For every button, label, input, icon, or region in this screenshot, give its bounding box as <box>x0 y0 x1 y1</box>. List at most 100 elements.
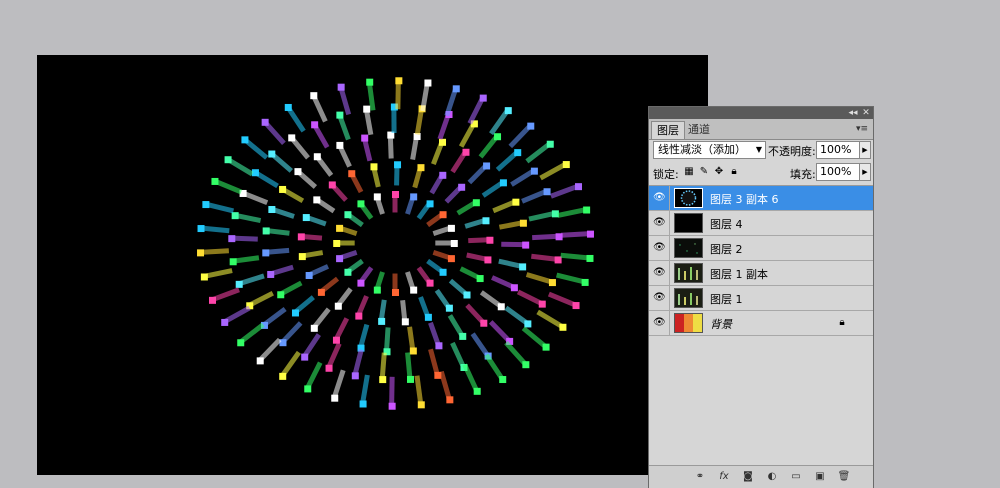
firework-spark <box>331 394 339 402</box>
layer-thumbnail <box>674 213 703 233</box>
firework-streak <box>204 201 235 214</box>
firework-streak <box>525 272 553 285</box>
close-icon[interactable]: ✕ <box>860 107 872 119</box>
opacity-arrow-icon[interactable]: ▶ <box>859 141 871 159</box>
layer-row[interactable]: 👁︎ 背景 🔒︎ <box>649 311 873 336</box>
firework-spark <box>359 400 367 408</box>
layer-name: 图层 2 <box>710 243 743 256</box>
new-layer-icon[interactable]: ▣ <box>813 470 827 484</box>
eye-icon[interactable]: 👁︎ <box>653 267 666 279</box>
firework-spark <box>302 214 310 222</box>
eye-icon[interactable]: 👁︎ <box>653 242 666 254</box>
firework-spark <box>575 183 583 191</box>
firework-spark <box>288 134 296 142</box>
firework-spark <box>410 193 418 201</box>
firework-spark <box>543 188 551 196</box>
firework-streak <box>379 352 387 380</box>
fill-field[interactable]: 100% <box>816 163 860 181</box>
firework-streak <box>504 341 528 366</box>
firework-spark <box>583 206 591 214</box>
firework-streak <box>539 161 568 181</box>
trash-icon[interactable]: 🗑︎ <box>837 470 851 484</box>
lock-brush-icon[interactable]: ✎ <box>698 166 710 178</box>
document-canvas[interactable] <box>37 55 708 475</box>
mask-icon[interactable]: ◙ <box>741 470 755 484</box>
firework-spark <box>480 319 488 327</box>
lock-row: 锁定: ▦ ✎ ✥ 🔒︎ 填充: 100% ▶ <box>653 163 871 183</box>
collapse-icon[interactable]: ◂◂ <box>847 107 859 119</box>
firework-streak <box>504 305 529 326</box>
eye-icon[interactable]: 👁︎ <box>653 192 666 204</box>
layer-row[interactable]: 👁︎ 图层 2 <box>649 236 873 261</box>
firework-spark <box>291 309 299 317</box>
firework-spark <box>392 191 399 198</box>
firework-spark <box>379 376 387 384</box>
firework-streak <box>331 369 346 399</box>
firework-streak <box>492 199 517 214</box>
firework-spark <box>527 122 535 130</box>
firework-spark <box>336 141 344 149</box>
firework-spark <box>450 240 458 247</box>
firework-spark <box>417 164 425 172</box>
firework-spark <box>447 224 455 232</box>
layer-row[interactable]: 👁︎ 图层 1 <box>649 286 873 311</box>
firework-streak <box>414 375 424 405</box>
firework-spark <box>472 199 480 207</box>
layer-thumbnail <box>674 238 703 258</box>
firework-spark <box>388 402 396 410</box>
firework-streak <box>200 225 230 234</box>
panel-tabs: 图层 通道 ▾≡ <box>649 119 873 140</box>
eye-icon[interactable]: 👁︎ <box>653 317 666 329</box>
firework-spark <box>229 258 237 266</box>
firework-streak <box>536 309 564 329</box>
firework-spark <box>348 170 356 178</box>
blend-mode-select[interactable]: 线性减淡（添加） ▼ <box>653 141 766 159</box>
firework-spark <box>336 255 344 263</box>
firework-spark <box>304 385 312 393</box>
layer-row[interactable]: 👁︎ 图层 1 副本 <box>649 261 873 286</box>
firework-spark <box>241 136 249 144</box>
firework-spark <box>452 85 460 93</box>
firework-streak <box>384 327 391 352</box>
firework-spark <box>395 77 403 85</box>
layer-list: 👁︎ 图层 3 副本 6 👁︎ 图层 4 👁︎ 图层 2 👁︎ 图层 1 副本 <box>649 185 873 443</box>
fx-icon[interactable]: fx <box>717 470 731 484</box>
eye-icon[interactable]: 👁︎ <box>653 292 666 304</box>
firework-streak <box>525 141 552 164</box>
panel-menu-icon[interactable]: ▾≡ <box>855 123 869 135</box>
layer-row[interactable]: 👁︎ 图层 3 副本 6 <box>649 186 873 211</box>
firework-streak <box>203 268 233 279</box>
firework-spark <box>305 271 313 279</box>
firework-spark <box>522 361 530 369</box>
tab-layers[interactable]: 图层 <box>651 121 685 139</box>
firework-spark <box>504 107 512 115</box>
firework-streak <box>378 299 387 322</box>
firework-spark <box>378 317 386 325</box>
eye-icon[interactable]: 👁︎ <box>653 217 666 229</box>
firework-spark <box>267 270 275 278</box>
firework-spark <box>446 396 454 404</box>
folder-icon[interactable]: ▭ <box>789 470 803 484</box>
lock-move-icon[interactable]: ✥ <box>713 166 725 178</box>
firework-spark <box>586 230 594 238</box>
firework-spark <box>313 196 321 204</box>
tab-channels[interactable]: 通道 <box>683 121 715 138</box>
adjustment-icon[interactable]: ◐ <box>765 470 779 484</box>
layer-row[interactable]: 👁︎ 图层 4 <box>649 211 873 236</box>
lock-all-icon[interactable]: 🔒︎ <box>728 166 740 178</box>
firework-streak <box>547 291 577 308</box>
firework-spark <box>313 153 321 161</box>
firework-streak <box>470 332 490 357</box>
opacity-field[interactable]: 100% <box>816 141 860 159</box>
firework-spark <box>439 268 447 276</box>
firework-spark <box>298 253 306 261</box>
blend-mode-value: 线性减淡（添加） <box>658 143 746 156</box>
firework-streak <box>550 183 579 199</box>
firework-spark <box>439 171 447 179</box>
link-icon[interactable]: ⚭ <box>693 470 707 484</box>
lock-transparent-icon[interactable]: ▦ <box>683 166 695 178</box>
fill-arrow-icon[interactable]: ▶ <box>859 163 871 181</box>
firework-spark <box>235 280 243 288</box>
firework-spark <box>344 268 352 276</box>
firework-streak <box>521 188 548 204</box>
